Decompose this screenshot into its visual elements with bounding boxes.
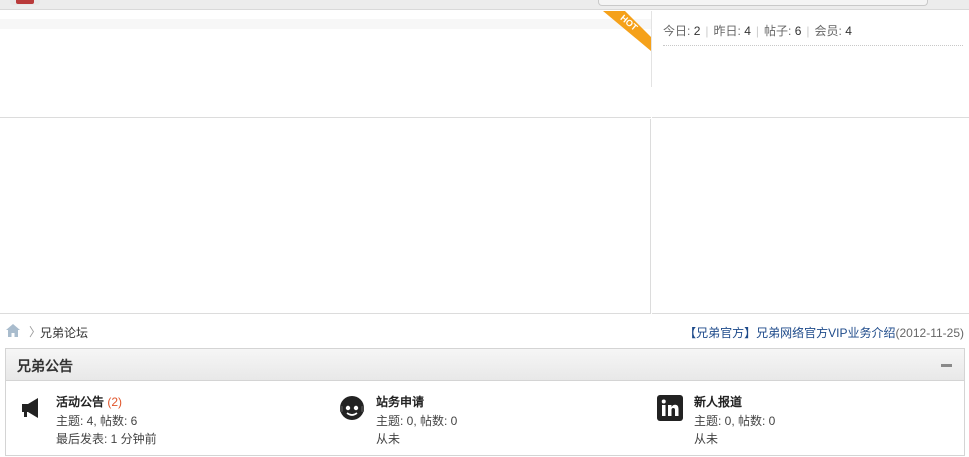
breadcrumb: 〉 兄弟论坛 【兄弟官方】兄弟网络官方VIP业务介绍(2012-11-25): [0, 322, 969, 342]
collapse-icon[interactable]: [941, 364, 952, 367]
stat-members[interactable]: 会员: 4: [815, 22, 852, 39]
linkedin-icon[interactable]: [657, 395, 683, 421]
stat-today: 今日: 2: [663, 24, 701, 38]
content-area-left: [0, 119, 651, 314]
forum-last-post: 从未: [694, 432, 719, 446]
category-box: 兄弟公告 活动公告 (2) 主题: 4, 帖数: 6 最后发表: 1 分钟前 站…: [5, 348, 965, 456]
forum-last-post: 从未: [376, 432, 401, 446]
forum-stats-line: 主题: 4, 帖数: 6: [56, 414, 138, 428]
stat-posts: 帖子: 6: [764, 24, 802, 38]
stat-yesterday: 昨日: 4: [713, 24, 751, 38]
forum-item: 站务申请 主题: 0, 帖数: 0 从未: [339, 393, 639, 453]
site-logo[interactable]: [10, 0, 40, 5]
forum-name[interactable]: 站务申请: [376, 393, 424, 410]
slideshow-area: [0, 11, 651, 118]
megaphone-icon[interactable]: [19, 395, 45, 421]
top-header: [0, 0, 969, 10]
search-box[interactable]: [598, 0, 928, 6]
forum-item: 新人报道 主题: 0, 帖数: 0 从未: [657, 393, 957, 453]
forum-last-post[interactable]: 最后发表: 1 分钟前: [56, 430, 157, 447]
forum-new-count: (2): [107, 395, 123, 409]
forum-item: 活动公告 (2) 主题: 4, 帖数: 6 最后发表: 1 分钟前: [19, 393, 319, 453]
forum-name[interactable]: 新人报道: [694, 393, 742, 410]
forum-stats: 今日: 2 | 昨日: 4 | 帖子: 6 | 会员: 4: [663, 22, 963, 46]
slideshow-strip: [0, 19, 651, 29]
forum-stats-line: 主题: 0, 帖数: 0: [376, 414, 458, 428]
forum-name[interactable]: 活动公告 (2): [56, 393, 122, 410]
category-header: 兄弟公告: [6, 349, 964, 381]
announcement-link[interactable]: 【兄弟官方】兄弟网络官方VIP业务介绍: [684, 326, 895, 340]
announcement-date: (2012-11-25): [895, 326, 964, 340]
breadcrumb-current[interactable]: 兄弟论坛: [40, 324, 88, 341]
support-agent-icon[interactable]: [339, 395, 365, 421]
forum-stats-line: 主题: 0, 帖数: 0: [694, 414, 776, 428]
stats-panel: 今日: 2 | 昨日: 4 | 帖子: 6 | 会员: 4: [652, 11, 969, 118]
content-area-right: [652, 119, 969, 314]
home-icon[interactable]: [6, 324, 20, 337]
hot-ribbon-icon: HOT: [603, 11, 651, 51]
announcement: 【兄弟官方】兄弟网络官方VIP业务介绍(2012-11-25): [684, 324, 964, 341]
hot-badge: HOT: [603, 11, 651, 51]
category-title[interactable]: 兄弟公告: [17, 356, 73, 376]
